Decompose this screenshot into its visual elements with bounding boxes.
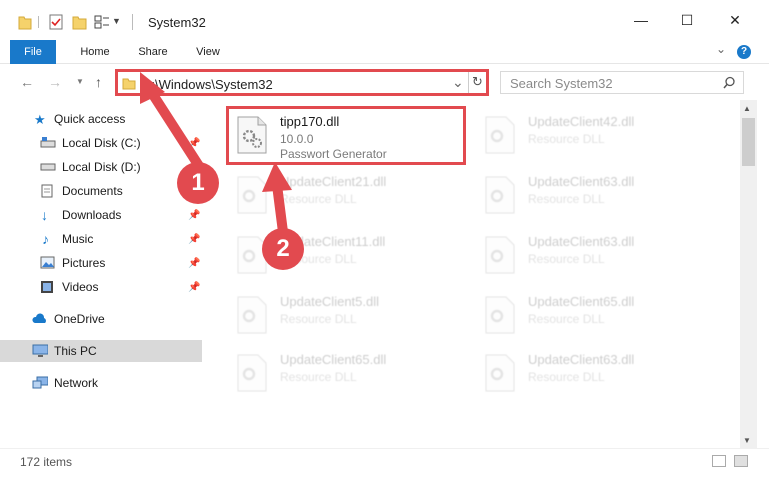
step-badge-2: 2 bbox=[262, 228, 304, 270]
arrow-2-shaft bbox=[272, 180, 288, 237]
step-badge-1: 1 bbox=[177, 162, 219, 204]
arrow-1-shaft bbox=[145, 85, 204, 171]
arrow-2-head bbox=[262, 162, 292, 192]
annotation-arrows bbox=[140, 72, 292, 237]
